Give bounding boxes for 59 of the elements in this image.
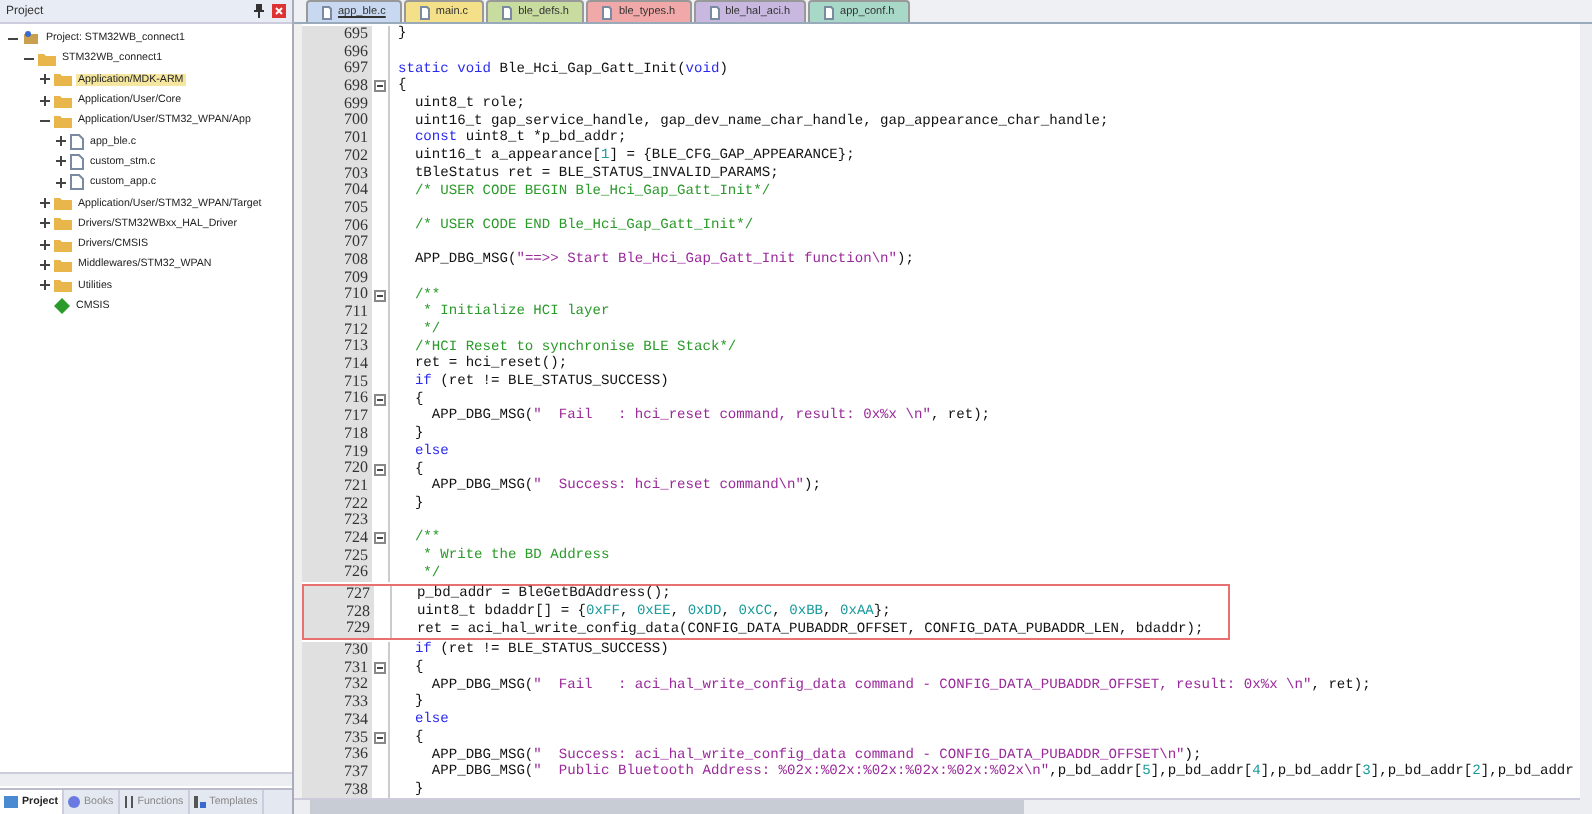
line-number: 701	[302, 130, 372, 148]
line-number: 729	[304, 620, 374, 639]
expander-icon[interactable]	[38, 239, 50, 250]
file-icon	[502, 5, 513, 19]
fold-icon[interactable]	[374, 662, 386, 675]
line-number: 695	[302, 26, 372, 44]
line-number: 713	[302, 338, 372, 357]
line-number: 730	[302, 642, 372, 660]
fold-icon[interactable]	[374, 532, 386, 545]
line-number: 726	[302, 564, 372, 582]
expander-icon[interactable]	[38, 74, 50, 85]
line-number: 704	[302, 182, 372, 200]
file-icon	[824, 5, 835, 19]
line-number: 727	[304, 586, 374, 604]
line-number: 736	[302, 746, 372, 764]
fold-icon[interactable]	[374, 289, 386, 302]
expander-icon[interactable]	[54, 177, 66, 188]
line-number: 697	[302, 60, 372, 79]
line-number: 698	[302, 78, 372, 96]
line-number: 717	[302, 408, 372, 426]
fold-icon[interactable]	[374, 731, 386, 744]
template-icon	[193, 796, 206, 808]
expander-icon[interactable]	[54, 136, 66, 147]
line-number: 716	[302, 390, 372, 409]
expander-icon[interactable]	[38, 280, 50, 291]
file-icon	[322, 5, 332, 19]
line-number: 714	[302, 356, 372, 374]
expander-icon[interactable]	[38, 198, 50, 209]
line-number: 700	[302, 112, 372, 131]
line-number: 711	[302, 304, 372, 322]
book-icon	[67, 796, 80, 808]
line-number: 732	[302, 676, 372, 695]
expander-icon[interactable]	[54, 156, 66, 167]
expander-icon[interactable]	[38, 95, 50, 106]
expander-icon[interactable]	[22, 53, 34, 64]
expander-icon[interactable]	[38, 218, 50, 229]
fold-icon[interactable]	[374, 393, 386, 406]
fold-icon[interactable]	[374, 463, 386, 476]
line-number: 710	[302, 286, 372, 304]
file-icon	[602, 5, 613, 19]
diamond-icon	[54, 298, 70, 314]
line-number: 707	[302, 234, 372, 252]
expander-icon[interactable]	[38, 115, 50, 126]
project-icon	[22, 30, 40, 47]
file-icon	[419, 5, 430, 19]
close-icon[interactable]	[272, 4, 286, 18]
pin-icon[interactable]	[252, 4, 266, 18]
braces-icon	[123, 796, 134, 808]
project-icon	[4, 796, 18, 808]
file-icon	[709, 5, 720, 19]
expander-icon[interactable]	[38, 259, 50, 270]
vertical-scrollbar[interactable]	[1580, 24, 1592, 800]
line-number: 733	[302, 694, 372, 712]
line-number: 723	[302, 512, 372, 530]
horizontal-scrollbar[interactable]	[294, 798, 1592, 814]
expander-icon[interactable]	[6, 33, 18, 44]
horizontal-scrollbar[interactable]	[0, 772, 292, 786]
fold-icon[interactable]	[374, 80, 386, 93]
line-number: 720	[302, 460, 372, 478]
